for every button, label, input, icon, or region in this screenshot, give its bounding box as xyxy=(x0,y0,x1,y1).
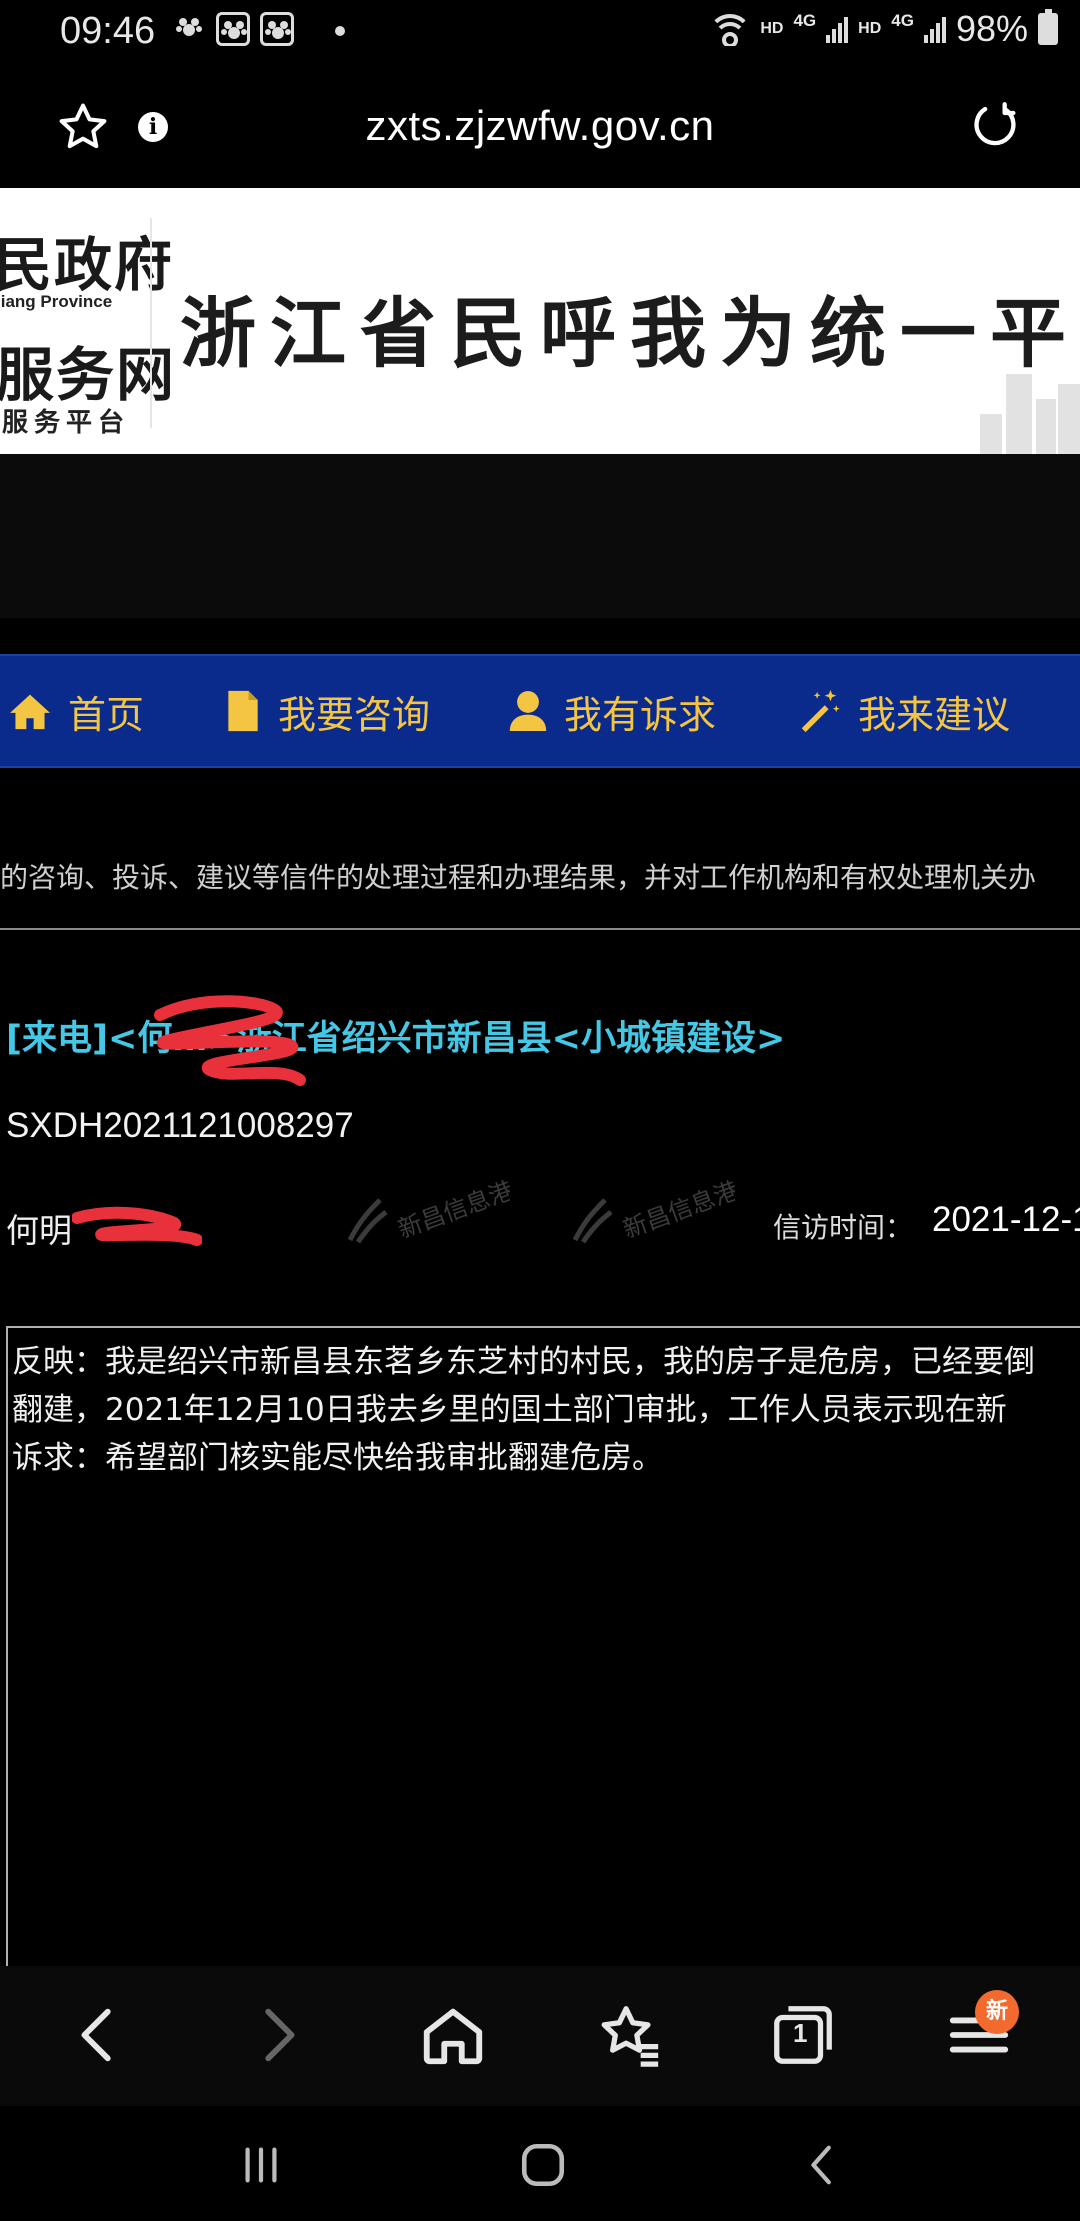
letter-id: SXDH2021121008297 xyxy=(6,1106,354,1145)
signal-icon xyxy=(826,15,849,43)
letter-content-box: 反映：我是绍兴市新昌县东茗乡东芝村的村民，我的房子是危房，已经要倒 翻建，202… xyxy=(6,1326,1080,1966)
banner-logo-line1: 民政府 xyxy=(0,231,175,299)
home-browser-icon[interactable] xyxy=(418,2000,488,2070)
forward-icon[interactable] xyxy=(242,2000,312,2070)
visit-time-label: 信访时间： xyxy=(773,1211,914,1244)
url-text[interactable]: zxts.zjzwfw.gov.cn xyxy=(0,102,1080,150)
content-line: 反映：我是绍兴市新昌县东茗乡东芝村的村民，我的房子是危房，已经要倒 xyxy=(12,1344,1035,1380)
status-indicators: HD 4G HD 4G 98% xyxy=(710,8,1058,50)
letter-title: [来电]<何…>浙江省绍兴市新昌县<小城镇建设> xyxy=(6,1019,786,1059)
svg-text:新昌信息港: 新昌信息港 xyxy=(619,1180,735,1244)
recent-apps-icon[interactable] xyxy=(238,2142,284,2188)
notice-text: 的咨询、投诉、建议等信件的处理过程和办理结果，并对工作机构和有权处理机关办 xyxy=(0,861,1037,894)
baidu-paw-icon xyxy=(172,12,206,46)
banner-gap xyxy=(0,454,1080,618)
banner-title: 浙江省民呼我为统一平 xyxy=(180,289,1080,378)
nav-label-appeal: 我有诉求 xyxy=(564,692,717,737)
battery-percent: 98% xyxy=(955,8,1028,49)
hd-label-2: HD xyxy=(858,20,882,37)
new-badge: 新 xyxy=(975,1990,1019,2034)
nav-label-suggest: 我来建议 xyxy=(858,692,1011,737)
home-system-icon[interactable] xyxy=(518,2140,568,2190)
banner-logo-subtitle: 服务平台 xyxy=(2,408,131,438)
nav-label-home: 首页 xyxy=(68,692,145,737)
status-time: 09:46 xyxy=(60,10,156,52)
signal-icon-2 xyxy=(923,15,946,43)
user-icon xyxy=(509,691,547,731)
tab-count: 1 xyxy=(793,2018,808,2048)
watermark-logo: 新昌信息港 xyxy=(347,1180,510,1244)
baidu-paw-icon xyxy=(216,12,250,46)
nav-item-appeal[interactable]: 我有诉求 xyxy=(508,656,716,766)
divider xyxy=(0,928,1080,930)
redaction-scribble-2 xyxy=(72,1206,202,1246)
nav-item-home[interactable]: 首页 xyxy=(8,656,144,766)
site-banner: 民政府 jiang Province 服务网 服务平台 浙江省民呼我为统一平 xyxy=(0,188,1080,454)
city-skyline-graphic xyxy=(970,364,1080,454)
nav-item-suggest[interactable]: 我来建议 xyxy=(796,656,1010,766)
petitioner-name: 何明 xyxy=(6,1211,72,1250)
baidu-paw-icon xyxy=(260,12,294,46)
svg-text:新昌信息港: 新昌信息港 xyxy=(394,1180,510,1244)
nav-spacer xyxy=(0,618,1080,654)
system-back-icon[interactable] xyxy=(800,2142,846,2188)
banner-logo-english: jiang Province xyxy=(0,292,113,311)
redaction-scribble xyxy=(154,995,306,1086)
battery-icon xyxy=(1038,9,1058,45)
more-notifications-dot-icon xyxy=(335,26,345,36)
back-icon[interactable] xyxy=(64,2000,134,2070)
status-bar: 09:46 HD 4G HD 4G 98% xyxy=(0,0,1080,64)
watermark-logo-2: 新昌信息港 xyxy=(572,1180,735,1244)
bookmarks-icon[interactable] xyxy=(594,2000,664,2070)
magic-wand-icon xyxy=(801,689,840,733)
nav-label-consult: 我要咨询 xyxy=(278,692,431,737)
reload-icon[interactable] xyxy=(970,100,1022,152)
banner-divider xyxy=(150,218,152,428)
document-icon xyxy=(228,690,258,732)
wifi-icon xyxy=(710,12,751,46)
home-icon xyxy=(10,694,50,730)
content-line: 诉求：希望部门核实能尽快给我审批翻建危房。 xyxy=(12,1440,663,1476)
network-gen-label-2: 4G xyxy=(891,11,914,30)
visit-time-value: 2021-12-1 xyxy=(932,1200,1080,1239)
network-gen-label: 4G xyxy=(793,11,817,30)
browser-url-bar: i zxts.zjzwfw.gov.cn xyxy=(0,64,1080,188)
content-line: 翻建，2021年12月10日我去乡里的国土部门审批，工作人员表示现在新 xyxy=(12,1392,1007,1428)
hd-label: HD xyxy=(760,20,784,37)
browser-toolbar: 1 xyxy=(0,1966,1080,2106)
main-nav: 首页 我要咨询 我有诉求 我来建议 xyxy=(0,654,1080,768)
notification-icons xyxy=(172,12,294,46)
nav-item-consult[interactable]: 我要咨询 xyxy=(224,656,430,766)
system-nav-bar xyxy=(0,2106,1080,2221)
